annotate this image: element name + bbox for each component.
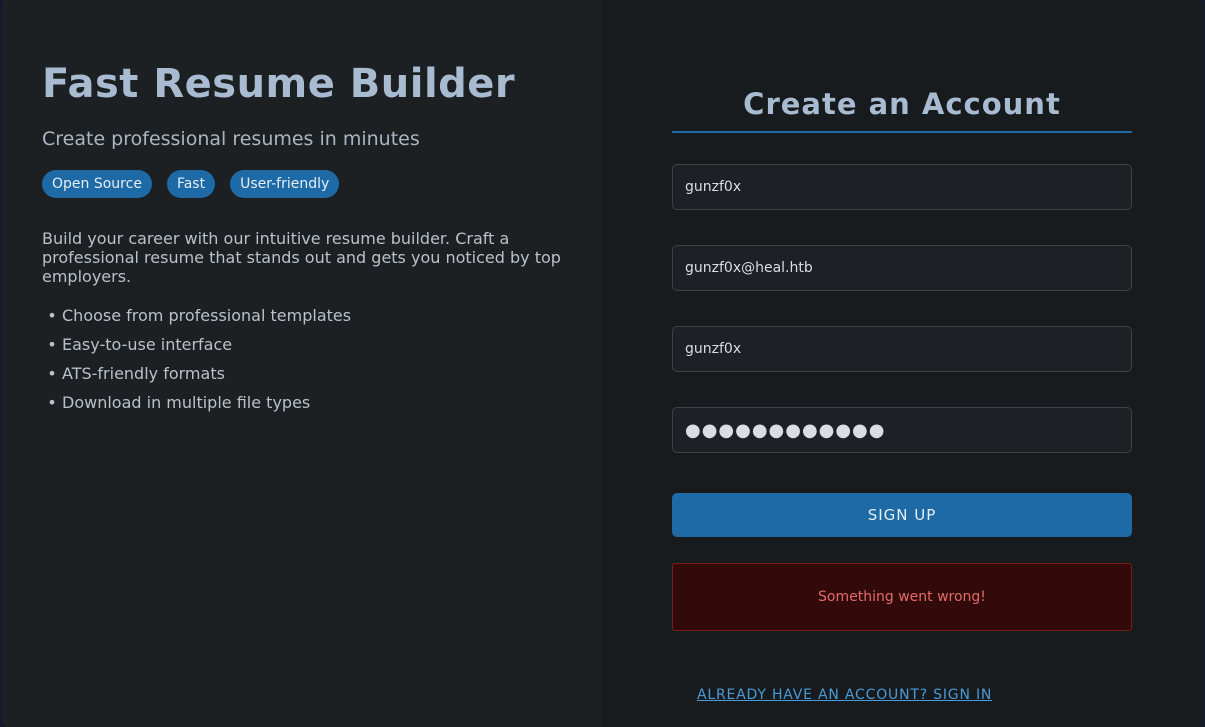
badge-fast: Fast	[166, 170, 216, 198]
feature-item: • Choose from professional templates	[42, 301, 562, 330]
sign-up-button[interactable]: SIGN UP	[672, 493, 1132, 537]
app-subtitle: Create professional resumes in minutes	[42, 128, 420, 150]
form-title: Create an Account	[743, 87, 1061, 121]
bullet-icon: •	[47, 393, 57, 412]
signup-panel: Create an Account SIGN UP Something went…	[602, 0, 1203, 727]
full-name-field[interactable]	[672, 164, 1132, 210]
badge-open-source: Open Source	[42, 170, 152, 198]
hero-panel: Fast Resume Builder Create professional …	[2, 0, 602, 727]
bullet-icon: •	[47, 364, 57, 383]
feature-label: Choose from professional templates	[62, 306, 352, 325]
error-alert: Something went wrong!	[672, 563, 1132, 631]
bullet-icon: •	[47, 306, 57, 325]
error-message: Something went wrong!	[818, 589, 986, 605]
feature-item: • ATS-friendly formats	[42, 359, 562, 388]
email-field[interactable]	[672, 245, 1132, 291]
password-field[interactable]	[672, 407, 1132, 453]
app-window: Fast Resume Builder Create professional …	[2, 0, 1203, 727]
badge-user-friendly: User-friendly	[230, 170, 340, 198]
feature-list: • Choose from professional templates • E…	[42, 301, 562, 417]
feature-item: • Download in multiple file types	[42, 388, 562, 417]
badge-list: Open Source Fast User-friendly	[42, 170, 562, 198]
feature-label: ATS-friendly formats	[62, 364, 225, 383]
app-title: Fast Resume Builder	[42, 61, 516, 107]
bullet-icon: •	[47, 335, 57, 354]
feature-item: • Easy-to-use interface	[42, 330, 562, 359]
title-divider	[672, 131, 1132, 133]
sign-in-link[interactable]: ALREADY HAVE AN ACCOUNT? SIGN IN	[697, 687, 992, 703]
username-field[interactable]	[672, 326, 1132, 372]
hero-description: Build your career with our intuitive res…	[42, 229, 561, 286]
feature-label: Download in multiple file types	[62, 393, 311, 412]
feature-label: Easy-to-use interface	[62, 335, 233, 354]
